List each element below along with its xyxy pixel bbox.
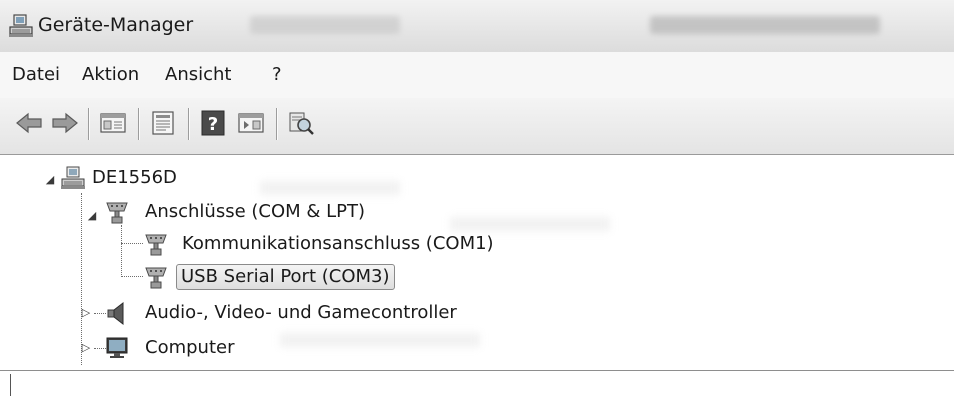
device-tree: ◢ DE1556D ◢ Anschlüsse (COM & LPT) Kommu… <box>0 155 954 371</box>
scan-hardware-icon[interactable] <box>286 108 316 138</box>
menu-aktion[interactable]: Aktion <box>82 64 139 85</box>
window-title: Geräte-Manager <box>38 14 194 36</box>
expand-audio-icon[interactable]: ▷ <box>80 307 92 319</box>
tree-node-computer[interactable]: Computer <box>141 335 238 361</box>
port-connector-icon <box>106 202 128 224</box>
menu-ansicht[interactable]: Ansicht <box>165 64 231 85</box>
background-blur <box>450 217 610 231</box>
background-blur <box>650 16 880 34</box>
show-hide-console-tree-icon[interactable] <box>98 108 128 138</box>
menu-help[interactable]: ? <box>272 64 282 85</box>
toolbar-separator <box>88 108 89 140</box>
tree-node-audio[interactable]: Audio-, Video- und Gamecontroller <box>141 300 461 326</box>
device-manager-icon <box>9 14 33 37</box>
tree-node-com1[interactable]: Kommunikationsanschluss (COM1) <box>178 231 498 257</box>
monitor-icon <box>106 337 128 358</box>
collapse-ports-icon[interactable]: ◢ <box>86 210 98 222</box>
device-manager-window: Geräte-Manager Datei Aktion Ansicht ? ? … <box>0 0 954 398</box>
tree-node-ports[interactable]: Anschlüsse (COM & LPT) <box>141 199 369 225</box>
expand-computer-icon[interactable]: ▷ <box>80 342 92 354</box>
port-connector-icon <box>145 234 167 256</box>
action-pane-icon[interactable] <box>236 108 266 138</box>
background-blur <box>250 16 400 34</box>
tree-connector <box>121 276 143 277</box>
help-glyph: ? <box>208 114 218 135</box>
toolbar: ? <box>0 98 954 155</box>
collapse-root-icon[interactable]: ◢ <box>44 174 56 186</box>
text-cursor <box>10 374 11 396</box>
menu-bar: Datei Aktion Ansicht ? <box>0 52 954 99</box>
forward-arrow-icon[interactable] <box>50 108 80 138</box>
toolbar-separator <box>188 108 189 140</box>
properties-icon[interactable] <box>148 108 178 138</box>
tree-node-de1556d[interactable]: DE1556D <box>88 165 181 191</box>
tree-connector <box>121 225 122 277</box>
help-icon[interactable]: ? <box>198 108 228 138</box>
background-blur <box>280 333 480 347</box>
toolbar-separator <box>138 108 139 140</box>
tree-connector <box>121 243 143 244</box>
tree-node-com3[interactable]: USB Serial Port (COM3) <box>176 264 395 290</box>
port-connector-icon <box>145 267 167 289</box>
menu-datei[interactable]: Datei <box>12 64 60 85</box>
speaker-icon <box>107 301 124 326</box>
title-bar[interactable]: Geräte-Manager <box>0 0 954 53</box>
back-arrow-icon[interactable] <box>14 108 44 138</box>
background-blur <box>260 181 400 195</box>
tree-connector <box>81 193 82 365</box>
computer-root-icon <box>61 166 85 189</box>
toolbar-separator <box>276 108 277 140</box>
